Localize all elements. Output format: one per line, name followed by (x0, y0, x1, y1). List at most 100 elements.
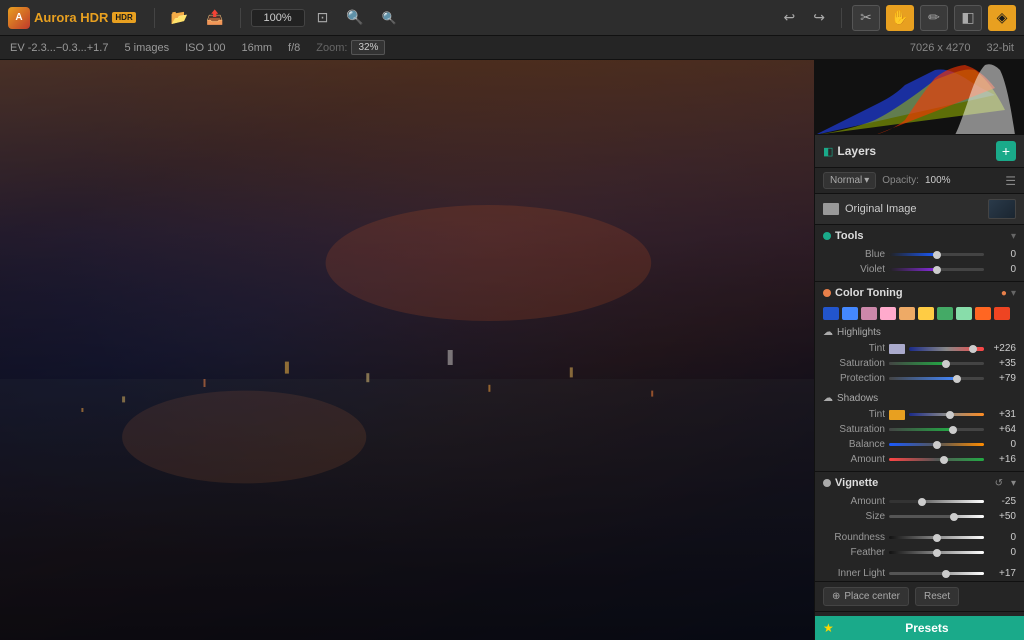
color-toning-dot-icon: ● (1001, 288, 1007, 299)
amount-slider[interactable] (889, 458, 984, 461)
vignette-inner-light-thumb[interactable] (942, 570, 950, 578)
histogram-svg (815, 60, 1024, 135)
blue-fill (889, 253, 937, 256)
vignette-header[interactable]: Vignette ↺ ▾ (815, 472, 1024, 494)
city-svg (0, 60, 814, 640)
toolbar-separator-3 (841, 8, 842, 28)
blend-mode-dropdown[interactable]: Normal ▾ (823, 172, 876, 189)
images-count: 5 images (124, 42, 169, 54)
balance-slider[interactable] (889, 443, 984, 446)
highlights-title: Highlights (837, 327, 881, 338)
highlights-saturation-row: Saturation +35 (815, 356, 1024, 371)
place-center-button[interactable]: ⊕ Place center (823, 587, 909, 606)
vignette-roundness-slider[interactable] (889, 536, 984, 539)
crop-icon-btn[interactable]: ✂ (852, 5, 880, 31)
vignette-arrow: ▾ (1011, 478, 1016, 489)
fit-button[interactable]: ⊡ (311, 5, 335, 30)
redo-button[interactable]: ↪ (807, 5, 831, 30)
photo-canvas[interactable] (0, 60, 814, 640)
balance-label: Balance (823, 439, 885, 450)
panel-top: ◧ Layers + Normal ▾ Opacity: 100% ☰ Orig… (815, 135, 1024, 225)
color-toning-header[interactable]: Color Toning ● ▾ (815, 282, 1024, 304)
right-panel: ◧ Layers + Normal ▾ Opacity: 100% ☰ Orig… (814, 60, 1024, 640)
vignette-amount-thumb[interactable] (918, 498, 926, 506)
swatch-3[interactable] (880, 307, 896, 320)
balance-thumb[interactable] (933, 441, 941, 449)
highlights-icon: ☁ (823, 327, 833, 338)
shadows-tint-slider[interactable] (909, 413, 984, 416)
color-toning-arrow: ▾ (1011, 288, 1016, 299)
vignette-roundness-label: Roundness (823, 532, 885, 543)
blue-slider-row: Blue 0 (815, 247, 1024, 262)
canvas-area[interactable] (0, 60, 814, 640)
tools-header[interactable]: Tools ▾ (815, 225, 1024, 247)
open-button[interactable]: 📂 (165, 5, 194, 30)
swatch-9[interactable] (994, 307, 1010, 320)
blue-thumb[interactable] (933, 251, 941, 259)
tools-title: Tools (835, 230, 1007, 242)
layers-icon-btn[interactable]: ◧ (954, 5, 982, 31)
highlights-tint-thumb[interactable] (969, 345, 977, 353)
vignette-feather-thumb[interactable] (933, 549, 941, 557)
vignette-size-fill (889, 515, 954, 518)
zoom-value[interactable]: 32% (351, 40, 385, 55)
vignette-feather-slider[interactable] (889, 551, 984, 554)
swatch-2[interactable] (861, 307, 877, 320)
swatch-4[interactable] (899, 307, 915, 320)
vignette-inner-light-slider[interactable] (889, 572, 984, 575)
presets-bar[interactable]: ★ Presets (815, 616, 1024, 640)
highlights-protection-thumb[interactable] (953, 375, 961, 383)
focal-display: 16mm (241, 42, 272, 54)
opacity-value: 100% (925, 175, 951, 186)
violet-label: Violet (823, 264, 885, 275)
pen-icon-btn[interactable]: ✏ (920, 5, 948, 31)
shadows-tint-thumb[interactable] (946, 411, 954, 419)
vignette-size-thumb[interactable] (950, 513, 958, 521)
logo-hdr-badge: HDR (112, 12, 135, 23)
logo-text: Aurora HDR (34, 10, 108, 25)
vignette-amount-slider[interactable] (889, 500, 984, 503)
undo-button[interactable]: ↩ (778, 5, 802, 30)
swatch-6[interactable] (937, 307, 953, 320)
zoom-out-button[interactable]: 🔍 (376, 7, 403, 29)
highlights-saturation-slider[interactable] (889, 362, 984, 365)
panel-scroll[interactable]: Tools ▾ Blue 0 Violet (815, 225, 1024, 616)
vignette-inner-light-label: Inner Light (823, 568, 885, 579)
export-button[interactable]: 📤 (200, 5, 229, 30)
shadows-saturation-slider[interactable] (889, 428, 984, 431)
swatch-7[interactable] (956, 307, 972, 320)
zoom-in-button[interactable]: 🔍 (340, 5, 369, 30)
vignette-roundness-thumb[interactable] (933, 534, 941, 542)
vignette-bullet (823, 479, 831, 487)
zoom-control: Zoom: 32% (316, 40, 385, 55)
swatch-5[interactable] (918, 307, 934, 320)
violet-thumb[interactable] (933, 266, 941, 274)
hand-icon-btn[interactable]: ✋ (886, 5, 914, 31)
original-image-layer[interactable]: Original Image (815, 194, 1024, 225)
swatch-1[interactable] (842, 307, 858, 320)
highlights-tint-label: Tint (823, 343, 885, 354)
blue-slider[interactable] (889, 253, 984, 256)
swatch-0[interactable] (823, 307, 839, 320)
vignette-size-slider[interactable] (889, 515, 984, 518)
highlights-protection-value: +79 (988, 373, 1016, 384)
amount-thumb[interactable] (940, 456, 948, 464)
shadows-saturation-thumb[interactable] (949, 426, 957, 434)
opacity-label: Opacity: (882, 175, 919, 186)
shadows-tint-swatch[interactable] (889, 410, 905, 420)
violet-slider[interactable] (889, 268, 984, 271)
highlights-protection-slider[interactable] (889, 377, 984, 380)
highlights-tint-row: Tint +226 (815, 341, 1024, 356)
layer-thumbnail (988, 199, 1016, 219)
swatch-8[interactable] (975, 307, 991, 320)
hdr-icon-btn[interactable]: ◈ (988, 5, 1016, 31)
add-layer-button[interactable]: + (996, 141, 1016, 161)
highlights-tint-slider[interactable] (909, 347, 984, 351)
vignette-refresh-icon[interactable]: ↺ (995, 478, 1003, 489)
reset-button[interactable]: Reset (915, 587, 959, 606)
highlights-saturation-thumb[interactable] (942, 360, 950, 368)
highlights-tint-swatch[interactable] (889, 344, 905, 354)
zoom-display: 100% (251, 9, 305, 27)
highlights-protection-row: Protection +79 (815, 371, 1024, 386)
layers-menu-icon[interactable]: ☰ (1005, 174, 1016, 188)
